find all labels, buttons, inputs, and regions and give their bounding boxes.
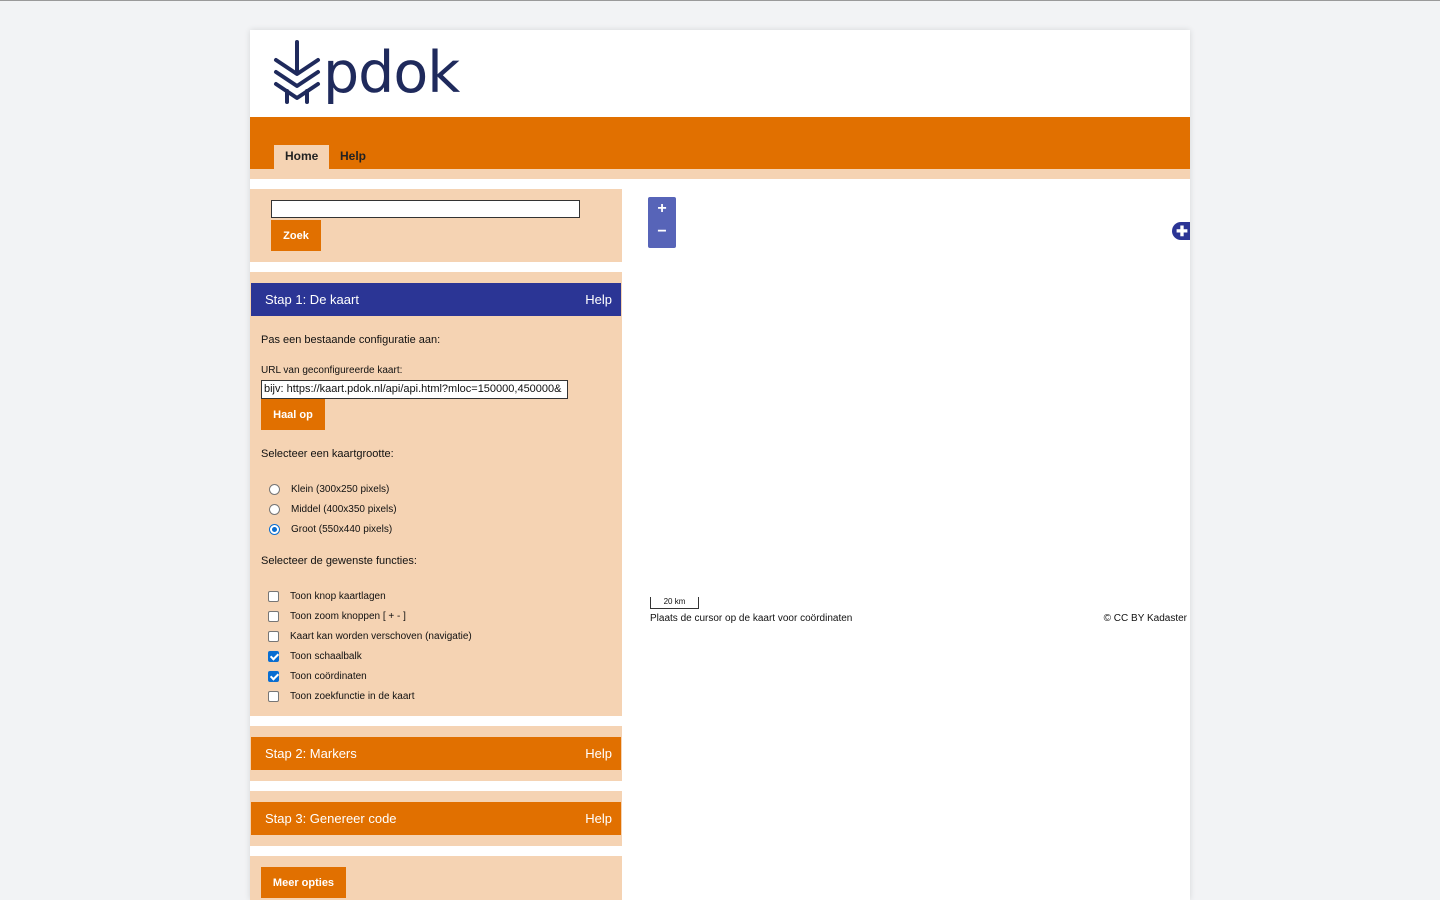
zoom-in-button[interactable]: + [648,198,676,222]
layer-switcher-icon[interactable]: ✚ [1172,222,1190,240]
nav-tab-help[interactable]: Help [329,145,377,169]
size-option-medium[interactable]: Middel (400x350 pixels) [269,502,397,516]
pdok-logo[interactable]: pdok [273,40,460,106]
search-input[interactable] [271,200,580,218]
function-label-scalebar: Toon schaalbalk [290,650,362,662]
step3-help-link[interactable]: Help [585,811,612,826]
step1-panel: Stap 1: De kaart Help Pas een bestaande … [250,272,622,716]
step2-panel: Stap 2: Markers Help [250,726,622,781]
header: pdok [250,30,1190,117]
function-option-layers[interactable]: Toon knop kaartlagen [268,589,386,603]
step1-header[interactable]: Stap 1: De kaart Help [251,283,621,316]
function-label-zoom: Toon zoom knoppen [ + - ] [290,610,406,622]
size-label-large: Groot (550x440 pixels) [291,523,393,535]
step3-title: Stap 3: Genereer code [265,811,397,826]
more-options-panel: Meer opties [250,856,622,900]
function-option-navigation[interactable]: Kaart kan worden verschoven (navigatie) [268,629,472,643]
function-checkbox-zoom[interactable] [268,610,279,622]
config-url-input[interactable]: bijv: https://kaart.pdok.nl/api/api.html… [261,380,568,399]
size-option-small[interactable]: Klein (300x250 pixels) [269,482,389,496]
step1-title: Stap 1: De kaart [265,292,359,307]
search-button[interactable]: Zoek [271,220,321,251]
url-label: URL van geconfigureerde kaart: [261,365,403,376]
size-heading: Selecteer een kaartgrootte: [261,448,394,460]
function-option-search[interactable]: Toon zoekfunctie in de kaart [268,689,415,703]
function-option-zoom[interactable]: Toon zoom knoppen [ + - ] [268,609,406,623]
nav-tab-home[interactable]: Home [274,145,330,169]
size-label-small: Klein (300x250 pixels) [291,483,390,495]
function-label-search: Toon zoekfunctie in de kaart [290,690,415,702]
map-attribution: © CC BY Kadaster [1103,613,1187,624]
pdok-logo-icon [274,40,320,104]
function-option-coordinates[interactable]: Toon coördinaten [268,669,367,683]
function-checkbox-search[interactable] [268,690,279,702]
more-options-button[interactable]: Meer opties [261,867,346,898]
function-checkbox-coordinates[interactable] [268,670,279,682]
function-label-coordinates: Toon coördinaten [290,670,367,682]
function-label-layers: Toon knop kaartlagen [290,590,386,602]
step2-help-link[interactable]: Help [585,746,612,761]
function-checkbox-layers[interactable] [268,590,279,602]
size-radio-small[interactable] [269,483,280,495]
step3-panel: Stap 3: Genereer code Help [250,791,622,846]
browser-top-border [0,0,1440,1]
config-intro: Pas een bestaande configuratie aan: [261,334,441,346]
zoom-control: + − [648,197,676,248]
scale-bar: 20 km [650,597,699,609]
zoom-out-button[interactable]: − [648,221,676,245]
step2-title: Stap 2: Markers [265,746,357,761]
size-option-large[interactable]: Groot (550x440 pixels) [269,522,392,536]
size-label-medium: Middel (400x350 pixels) [291,503,397,515]
coordinates-readout: Plaats de cursor op de kaart voor coördi… [650,613,853,624]
step2-header[interactable]: Stap 2: Markers Help [251,737,621,770]
function-checkbox-scalebar[interactable] [268,650,279,662]
size-radio-medium[interactable] [269,503,280,515]
page-container: pdok Home Help Zoek Stap 1: De kaart Hel… [250,30,1190,900]
fetch-config-button[interactable]: Haal op [261,399,325,430]
function-checkbox-navigation[interactable] [268,630,279,642]
step1-help-link[interactable]: Help [585,292,612,307]
size-radio-large[interactable] [269,523,280,535]
function-label-navigation: Kaart kan worden verschoven (navigatie) [290,630,472,642]
logo-text: pdok [323,40,460,106]
nav-underline [250,169,1190,179]
main-nav: Home Help [250,117,1190,169]
search-panel: Zoek [250,189,622,262]
map-viewer[interactable]: + − ✚ 20 km Plaats de cursor op de kaart… [648,189,1190,629]
function-option-scalebar[interactable]: Toon schaalbalk [268,649,362,663]
step3-header[interactable]: Stap 3: Genereer code Help [251,802,621,835]
functions-heading: Selecteer de gewenste functies: [261,555,417,567]
